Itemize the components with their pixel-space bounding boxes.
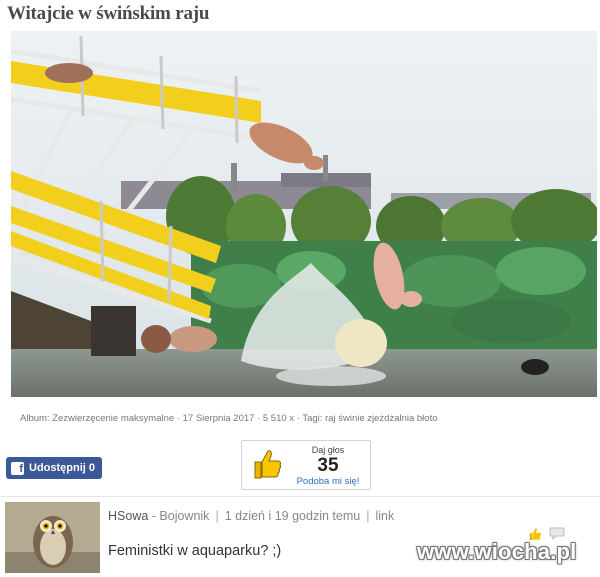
comment-time: 1 dzień i 19 godzin temu xyxy=(224,509,361,523)
avatar[interactable] xyxy=(5,502,100,573)
like-link[interactable]: Podoba mi się! xyxy=(288,476,368,487)
vote-box[interactable]: Daj głos 35 Podoba mi się! xyxy=(241,440,371,490)
comment-text: Feministki w aquaparku? ;) xyxy=(108,543,282,559)
facebook-share-button[interactable]: f Udostępnij 0 xyxy=(6,457,103,479)
thumbs-up-icon xyxy=(254,450,282,479)
watermark: www.wiocha.pl xyxy=(417,539,577,564)
vote-label: Daj głos xyxy=(311,445,345,455)
comment-rank: - Bojownik xyxy=(148,509,210,523)
share-label: Udostępnij 0 xyxy=(29,462,96,474)
comment-link[interactable]: link xyxy=(375,509,394,523)
post-photo xyxy=(11,31,597,397)
separator: | xyxy=(366,509,370,523)
separator: | xyxy=(215,509,219,523)
comment-header: HSowa - Bojownik | 1 dzień i 19 godzin tem… xyxy=(108,509,394,523)
comment-author[interactable]: HSowa xyxy=(108,509,148,523)
facebook-icon: f xyxy=(11,461,24,475)
vote-count: 35 xyxy=(317,455,339,476)
post-title: Witajcie w świńskim raju xyxy=(7,3,210,24)
divider xyxy=(0,496,600,497)
post-meta: Album: Zezwierzęcenie maksymalne · 17 Si… xyxy=(20,413,438,424)
